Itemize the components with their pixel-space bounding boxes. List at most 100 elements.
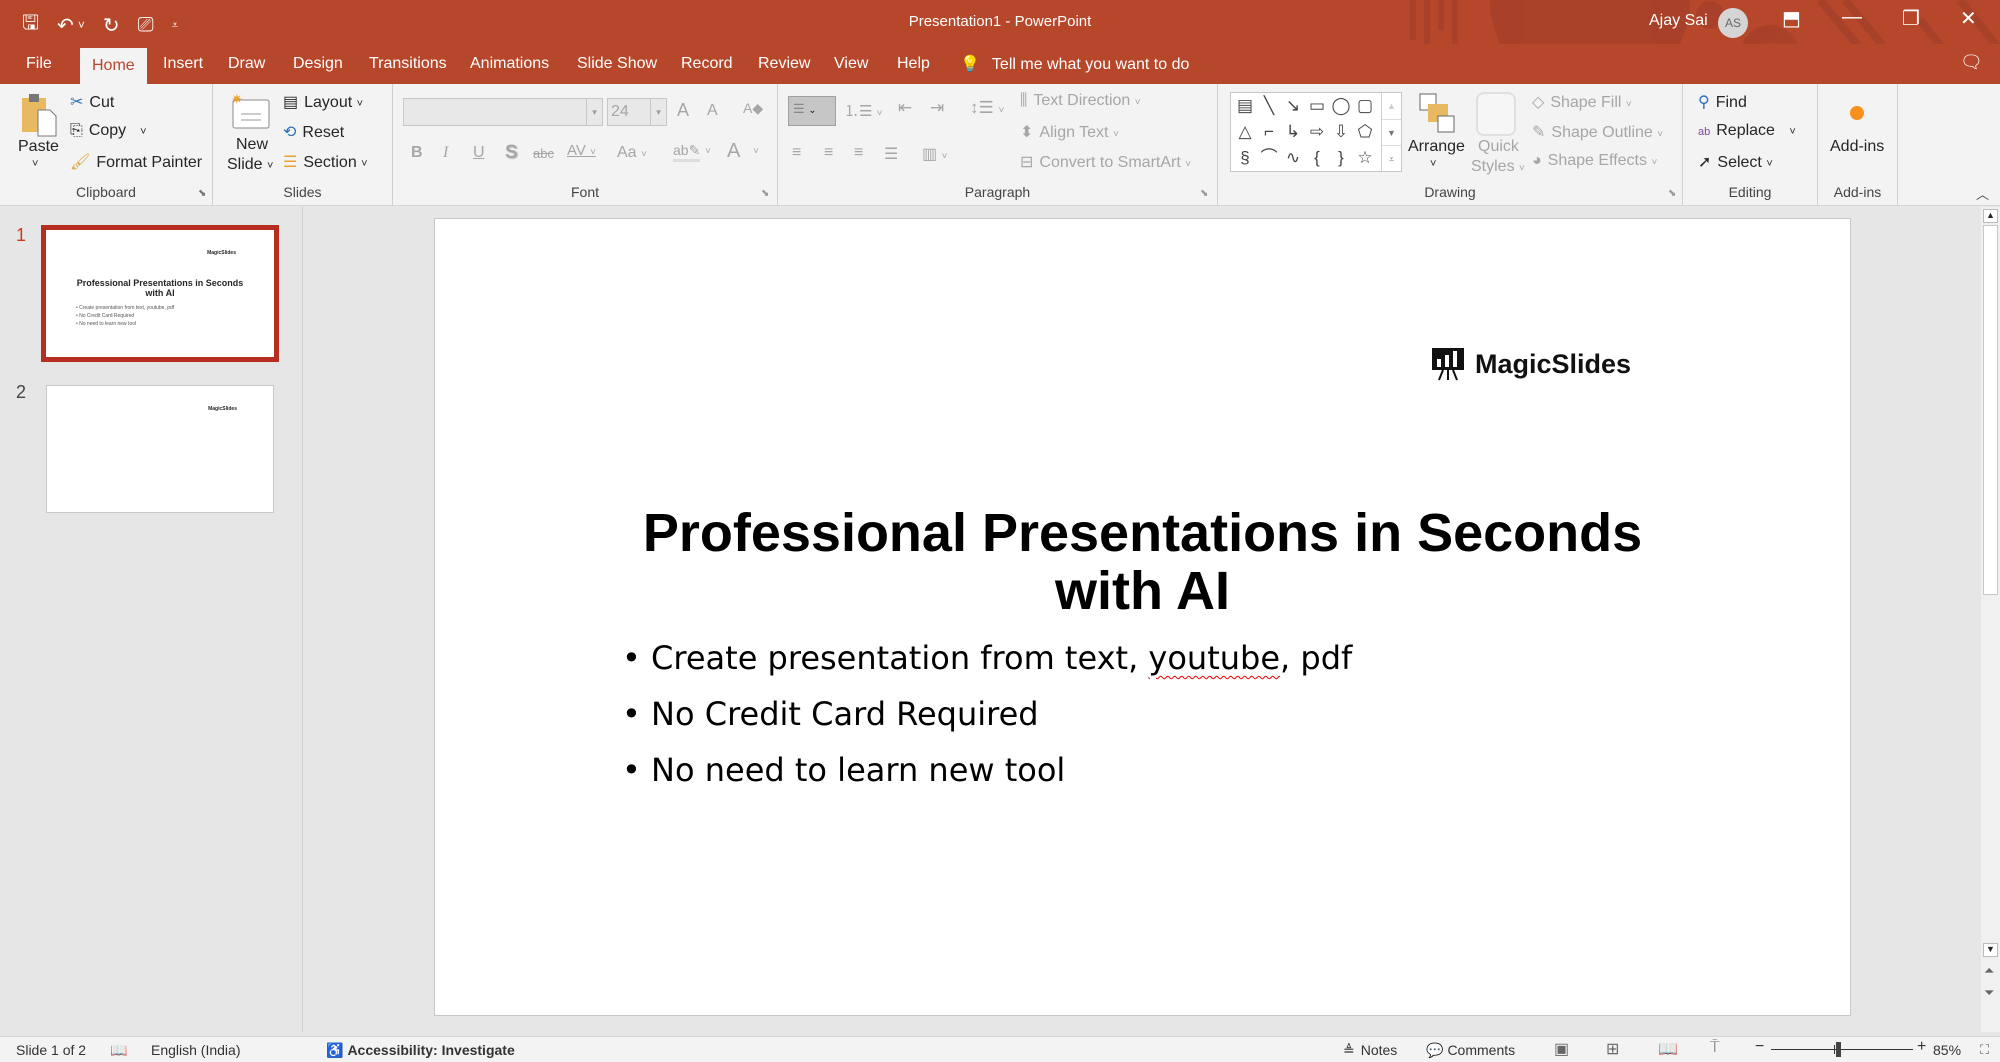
align-center-button[interactable]: ≡ (824, 144, 833, 162)
quick-styles-label-1[interactable]: Quick (1478, 138, 1519, 156)
tab-review[interactable]: Review (758, 55, 810, 73)
underline-button[interactable]: U (473, 144, 485, 162)
tab-view[interactable]: View (834, 55, 868, 73)
shape-fill-button[interactable]: ◇ Shape Fill ˅ (1532, 92, 1632, 112)
shape-option[interactable]: ⇨ (1305, 119, 1329, 145)
clear-formatting-button[interactable]: A◆ (743, 100, 763, 117)
new-slide-button[interactable]: Slide ˅ (227, 156, 273, 174)
shape-option[interactable]: ▤ (1233, 93, 1257, 119)
arrange-button[interactable]: Arrange (1408, 138, 1465, 156)
copy-button[interactable]: ⎘ Copy ˅ (70, 122, 147, 140)
section-button[interactable]: ☰ Section ˅ (283, 152, 368, 172)
quick-styles-button[interactable]: Styles ˅ (1471, 158, 1525, 176)
shape-option[interactable]: △ (1233, 119, 1257, 145)
tab-animations[interactable]: Animations (470, 55, 549, 73)
change-case-button[interactable]: Aa ˅ (617, 144, 647, 162)
bullets-button[interactable]: ☰ ⌄ (788, 96, 836, 126)
tab-home[interactable]: Home (80, 48, 147, 84)
shape-option[interactable]: ◯ (1329, 93, 1353, 119)
align-text-button[interactable]: ⬍ Align Text ˅ (1020, 122, 1119, 142)
quick-styles-icon[interactable] (1476, 92, 1516, 136)
shape-option[interactable]: § (1233, 145, 1257, 171)
tell-me-search[interactable]: 💡 Tell me what you want to do (960, 54, 1189, 74)
font-launcher-icon[interactable]: ⬊ (761, 188, 769, 199)
tab-insert[interactable]: Insert (163, 55, 203, 73)
shapes-gallery-scroll[interactable]: ▲ ▼ ⩡ (1381, 93, 1401, 171)
ribbon-display-options-icon[interactable]: ⬒ (1782, 6, 1801, 31)
spelling-error-word[interactable]: youtube (1148, 639, 1280, 677)
comments-button[interactable]: 💬 Comments (1426, 1042, 1515, 1059)
paste-label[interactable]: Paste (18, 138, 59, 156)
slide-canvas[interactable]: MagicSlides Professional Presentations i… (434, 218, 1851, 1016)
tab-help[interactable]: Help (897, 55, 930, 73)
drawing-launcher-icon[interactable]: ⬊ (1668, 188, 1676, 199)
user-name[interactable]: Ajay Sai (1649, 12, 1708, 30)
new-slide-icon[interactable]: ✷ (229, 91, 270, 132)
shape-option[interactable]: ▭ (1305, 93, 1329, 119)
character-spacing-button[interactable]: AV ˅ (567, 142, 596, 159)
slide-show-icon[interactable]: ⍑ (1710, 1039, 1720, 1057)
avatar[interactable]: AS (1718, 8, 1748, 38)
tab-design[interactable]: Design (293, 55, 343, 73)
shape-option[interactable]: ☆ (1353, 145, 1377, 171)
gallery-more-icon[interactable]: ⩡ (1382, 145, 1401, 171)
font-color-button[interactable]: A (727, 140, 740, 163)
addins-button[interactable]: Add-ins (1830, 138, 1884, 156)
slide-title[interactable]: Professional Presentations in Seconds wi… (435, 504, 1850, 620)
magicslides-logo[interactable]: MagicSlides (1431, 347, 1631, 381)
close-button[interactable]: ✕ (1960, 6, 1977, 31)
zoom-slider-track[interactable] (1771, 1049, 1913, 1050)
decrease-font-size-button[interactable]: A (707, 102, 718, 120)
language-indicator[interactable]: English (India) (151, 1042, 241, 1058)
reading-view-icon[interactable]: 📖 (1658, 1039, 1678, 1059)
collapse-ribbon-icon[interactable]: ︿ (1976, 184, 1989, 203)
tab-file[interactable]: File (26, 55, 52, 73)
font-size-combobox[interactable]: 24 ▾ (607, 98, 667, 126)
scroll-up-icon[interactable]: ▲ (1983, 209, 1998, 223)
zoom-in-button[interactable]: + (1917, 1038, 1926, 1056)
gallery-up-icon[interactable]: ▲ (1382, 93, 1401, 119)
find-button[interactable]: ⚲ Find (1698, 92, 1747, 112)
shape-option[interactable]: ▢ (1353, 93, 1377, 119)
normal-view-icon[interactable]: ▣ (1554, 1039, 1569, 1059)
paste-button[interactable] (18, 92, 58, 138)
scroll-down-icon[interactable]: ▼ (1983, 943, 1998, 957)
font-name-combobox[interactable]: ▾ (403, 98, 603, 126)
shape-option[interactable]: ⌒ (1257, 145, 1281, 171)
new-slide-label-1[interactable]: New (236, 136, 268, 154)
convert-smartart-button[interactable]: ⊟ Convert to SmartArt ˅ (1020, 152, 1191, 172)
format-painter-button[interactable]: 🖌 Format Painter (70, 152, 202, 172)
shape-effects-button[interactable]: ◕ Shape Effects ˅ (1532, 152, 1657, 170)
numbering-button[interactable]: ⒈☰ ˅ (844, 100, 882, 121)
shape-option[interactable]: ⇩ (1329, 119, 1353, 145)
italic-button[interactable]: I (443, 144, 448, 162)
clipboard-launcher-icon[interactable]: ⬊ (198, 188, 206, 199)
text-direction-button[interactable]: ⫼ Text Direction ˅ (1020, 92, 1141, 110)
select-button[interactable]: ➚ Select ˅ (1698, 152, 1773, 172)
copy-dropdown-icon[interactable]: ˅ (140, 126, 146, 138)
cut-button[interactable]: ✂ Cut (70, 92, 114, 112)
slide-bullet-list[interactable]: • Create presentation from text, youtube… (622, 639, 1352, 807)
zoom-level[interactable]: 85% (1933, 1042, 1961, 1058)
align-right-button[interactable]: ≡ (854, 144, 863, 162)
highlight-dropdown-icon[interactable]: ˅ (705, 146, 711, 157)
tab-transitions[interactable]: Transitions (369, 55, 447, 73)
layout-button[interactable]: ▤ Layout ˅ (283, 92, 363, 112)
shape-option[interactable]: ↘ (1281, 93, 1305, 119)
zoom-slider-thumb[interactable] (1835, 1042, 1841, 1057)
font-size-dropdown-icon[interactable]: ▾ (650, 99, 666, 125)
accessibility-checker[interactable]: ♿ Accessibility: Investigate (326, 1042, 515, 1059)
tab-slide-show[interactable]: Slide Show (577, 55, 657, 73)
shape-option[interactable]: ↳ (1281, 119, 1305, 145)
justify-button[interactable]: ☰ (884, 144, 898, 164)
increase-indent-button[interactable]: ⇥ (930, 98, 944, 118)
font-color-dropdown-icon[interactable]: ˅ (753, 146, 759, 157)
comments-pane-icon[interactable]: 🗨 (1960, 52, 1983, 73)
tab-record[interactable]: Record (681, 55, 733, 73)
shape-option[interactable]: ⬠ (1353, 119, 1377, 145)
columns-button[interactable]: ▥ ˅ (922, 144, 947, 164)
line-spacing-button[interactable]: ↕☰ ˅ (970, 98, 1004, 118)
minimize-button[interactable]: — (1842, 6, 1862, 29)
arrange-dropdown-icon[interactable]: ˅ (1430, 158, 1436, 170)
strikethrough-button[interactable]: abc (533, 146, 554, 161)
